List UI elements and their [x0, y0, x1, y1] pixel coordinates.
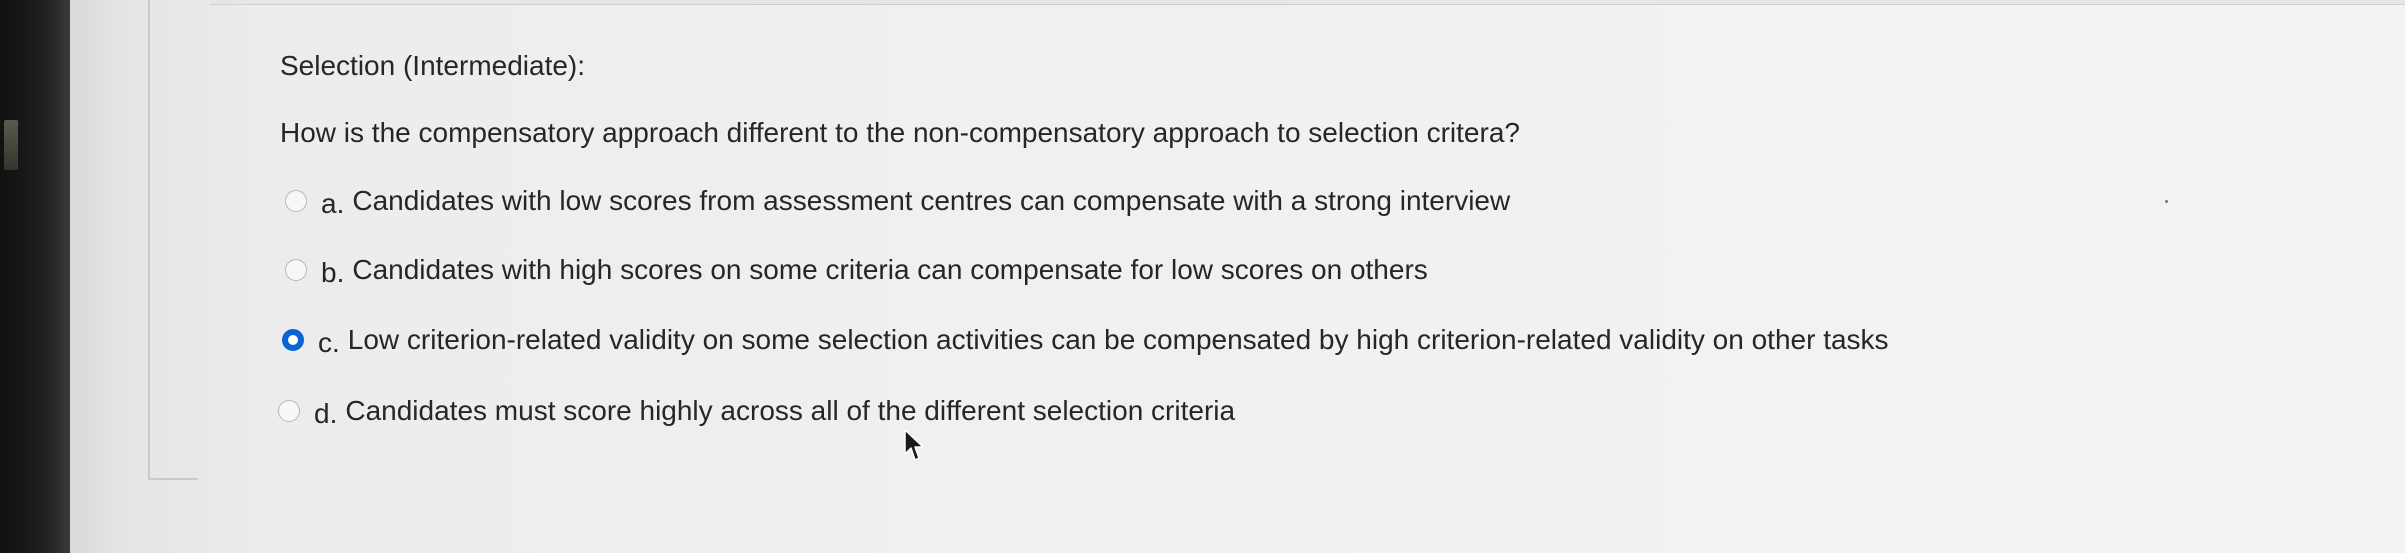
answer-option-a[interactable]: a. Candidates with low scores from asses…: [285, 185, 1511, 219]
screen-speck: [2165, 200, 2168, 203]
question-text: How is the compensatory approach differe…: [280, 117, 1520, 148]
bezel-glare: [4, 120, 18, 170]
answer-option-c[interactable]: c. Low criterion-related validity on som…: [282, 324, 1889, 358]
answer-option-b[interactable]: b. Candidates with high scores on some c…: [285, 254, 1428, 288]
option-label: Candidates with high scores on some crit…: [352, 254, 1428, 285]
quiz-question: Selection (Intermediate): How is the com…: [70, 0, 2405, 553]
option-letter: c.: [318, 327, 340, 358]
monitor-bezel: [0, 0, 70, 553]
answer-option-d[interactable]: d. Candidates must score highly across a…: [278, 395, 1236, 429]
option-letter: a.: [321, 188, 345, 219]
option-label: Candidates must score highly across all …: [345, 395, 1236, 426]
radio-button-d[interactable]: [278, 400, 300, 422]
option-label: Candidates with low scores from assessme…: [352, 185, 1511, 216]
screen: Selection (Intermediate): How is the com…: [70, 0, 2405, 553]
radio-button-a[interactable]: [285, 190, 307, 212]
question-title: Selection (Intermediate):: [280, 50, 586, 81]
option-letter: b.: [321, 257, 345, 288]
radio-button-b[interactable]: [285, 259, 307, 281]
option-label: Low criterion-related validity on some s…: [347, 324, 1889, 355]
option-letter: d.: [314, 398, 338, 429]
mouse-pointer-icon: [904, 429, 924, 461]
screen-speck: [1382, 134, 1384, 136]
radio-button-c-selected[interactable]: [282, 329, 304, 351]
